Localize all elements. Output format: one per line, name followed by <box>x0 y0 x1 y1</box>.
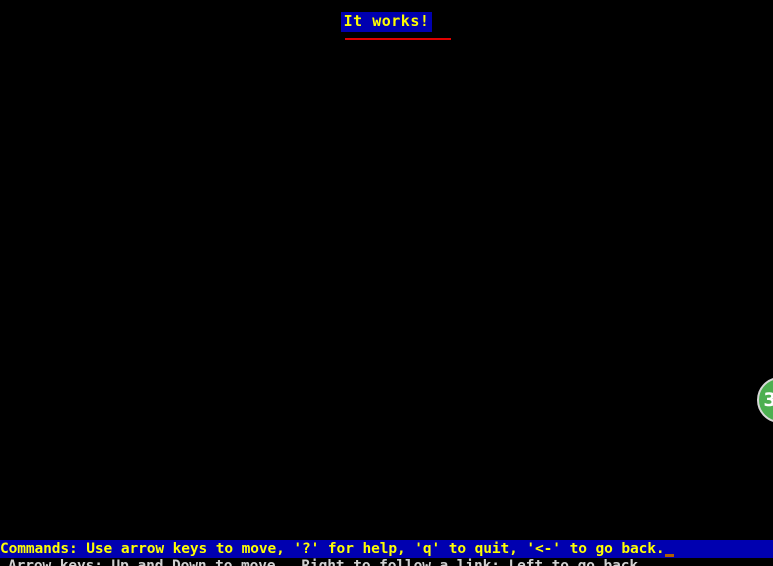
help-hint-text: Arrow keys: Up and Down to move. Right t… <box>8 558 647 566</box>
document-content-area[interactable]: It works! <box>0 0 773 520</box>
status-command-text: Commands: Use arrow keys to move, '?' fo… <box>0 541 665 557</box>
page-heading-row: It works! <box>0 11 773 32</box>
terminal-viewport: It works! 3 Commands: Use arrow keys to … <box>0 0 773 566</box>
page-title: It works! <box>340 12 433 32</box>
text-cursor <box>664 554 674 557</box>
badge-label: 3 <box>763 388 773 411</box>
help-hint-line: Arrow keys: Up and Down to move. Right t… <box>0 558 773 566</box>
horizontal-rule <box>345 38 451 40</box>
status-command-bar: Commands: Use arrow keys to move, '?' fo… <box>0 540 773 559</box>
